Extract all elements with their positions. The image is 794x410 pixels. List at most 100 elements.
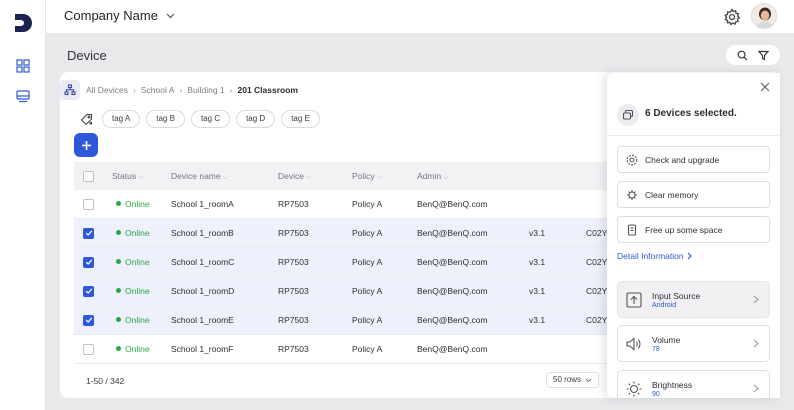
column-device-name[interactable]: Device name ⌵ [171, 171, 228, 182]
page-title: Device [67, 48, 107, 63]
clear-memory-button[interactable]: Clear memory [617, 181, 770, 208]
breadcrumb-all-devices[interactable]: All Devices [86, 85, 128, 95]
brightness-icon [626, 381, 642, 396]
table-header: Status ⌵ Device name ⌵ Device ⌵ Policy ⌵ Adm… [74, 162, 634, 190]
search-icon [737, 50, 748, 60]
tag-settings-button[interactable] [78, 111, 94, 127]
avatar[interactable] [751, 3, 777, 29]
check-icon [85, 230, 92, 236]
breadcrumb-building[interactable]: Building 1 [187, 85, 224, 95]
column-admin[interactable]: Admin ⌵ [417, 171, 448, 182]
check-upgrade-button[interactable]: Check and upgrade [617, 146, 770, 173]
storage-icon [627, 223, 637, 236]
column-policy[interactable]: Policy ⌵ [352, 171, 382, 182]
row-checkbox[interactable] [83, 314, 94, 326]
policy-cell: Policy A [352, 228, 383, 238]
row-checkbox[interactable] [83, 343, 94, 355]
code-cell: C02Y [586, 228, 608, 238]
device-cell: RP7503 [278, 315, 309, 325]
status-text: Online [125, 315, 150, 325]
table-row[interactable]: Online School 1_roomF RP7503 Policy A Be… [74, 335, 634, 364]
table-row[interactable]: Online School 1_roomB RP7503 Policy A Be… [74, 219, 634, 248]
free-space-label: Free up some space [645, 224, 723, 235]
device-table: Status ⌵ Device name ⌵ Device ⌵ Policy ⌵ Adm… [74, 162, 634, 364]
upgrade-icon [626, 154, 638, 165]
input-source-icon [626, 291, 642, 308]
status-dot [116, 346, 121, 352]
column-device-label: Device [278, 170, 304, 181]
table-row[interactable]: Online School 1_roomE RP7503 Policy A Be… [74, 306, 634, 335]
rows-per-page-select[interactable]: 50 rows [546, 372, 600, 388]
table-row[interactable]: Online School 1_roomD RP7503 Policy A Be… [74, 277, 634, 306]
breadcrumb-school[interactable]: School A [141, 85, 175, 95]
status-text: Online [125, 199, 150, 209]
filter-button[interactable] [757, 48, 771, 62]
status-dot [116, 317, 121, 323]
selected-count: 6 Devices selected. [645, 108, 737, 119]
tag-icon [80, 113, 92, 125]
add-device-button[interactable] [74, 133, 98, 157]
row-checkbox[interactable] [83, 285, 94, 297]
detail-information-link[interactable]: Detail Information [617, 251, 692, 261]
code-cell: C02Y [586, 286, 608, 296]
status-text: Online [125, 257, 150, 267]
nav-dashboard[interactable] [13, 56, 33, 76]
breadcrumb: All Devices › School A › Building 1 › 20… [86, 85, 298, 95]
chevron-right-icon: › [133, 85, 136, 95]
device-name-cell: School 1_roomB [171, 228, 234, 238]
tag-chip[interactable]: tag C [190, 110, 231, 128]
admin-cell: BenQ@BenQ.com [417, 199, 488, 209]
bulk-action-panel: 6 Devices selected. Check and upgrade Cl… [607, 73, 780, 398]
chevron-down-icon: ⌵ [376, 173, 382, 181]
company-selector[interactable]: Company Name [64, 8, 175, 23]
device-name-cell: School 1_roomC [171, 257, 235, 267]
brightness-value: 90 [652, 390, 660, 398]
check-upgrade-label: Check and upgrade [645, 154, 720, 165]
device-name-cell: School 1_roomA [171, 199, 234, 209]
chevron-right-icon: › [229, 85, 233, 95]
device-name-cell: School 1_roomD [171, 286, 235, 296]
volume-text: Volume 78 [652, 335, 680, 353]
row-checkbox[interactable] [83, 198, 94, 210]
table-row[interactable]: Online School 1_roomA RP7503 Policy A Be… [74, 190, 634, 219]
device-cell: RP7503 [278, 257, 309, 267]
memory-icon [627, 189, 637, 200]
tag-chip[interactable]: tag E [281, 110, 320, 128]
nav-devices[interactable] [13, 86, 33, 106]
volume-label: Volume [652, 334, 681, 345]
check-icon [85, 317, 92, 323]
detail-information-label: Detail Information [617, 251, 684, 261]
select-all-checkbox[interactable] [83, 170, 94, 182]
hierarchy-button[interactable] [60, 80, 80, 100]
search-button[interactable] [736, 48, 750, 62]
gear-icon[interactable] [723, 8, 741, 26]
status-text: Online [125, 228, 150, 238]
chevron-down-icon [166, 13, 175, 18]
tag-chip[interactable]: tag B [146, 110, 185, 128]
brightness-setting[interactable]: Brightness 90 [617, 370, 770, 398]
divider [607, 135, 780, 136]
column-device[interactable]: Device ⌵ [278, 171, 311, 182]
column-policy-label: Policy [352, 170, 375, 181]
column-status-label: Status [112, 170, 137, 181]
top-bar: Company Name [46, 0, 794, 34]
filter-icon [758, 50, 769, 60]
table-row[interactable]: Online School 1_roomC RP7503 Policy A Be… [74, 248, 634, 277]
free-space-button[interactable]: Free up some space [617, 216, 770, 243]
chevron-down-icon: ⌵ [443, 173, 449, 181]
input-source-setting[interactable]: Input Source Android [617, 281, 770, 318]
tag-chip[interactable]: tag A [102, 110, 141, 128]
device-cell: RP7503 [278, 286, 309, 296]
row-checkbox[interactable] [83, 256, 94, 268]
status-cell: Online [116, 257, 150, 267]
tag-chip[interactable]: tag D [236, 110, 276, 128]
close-icon[interactable] [759, 81, 771, 93]
volume-setting[interactable]: Volume 78 [617, 325, 770, 362]
tag-bar: tag A tag B tag C tag D tag E [78, 110, 320, 128]
row-checkbox[interactable] [83, 227, 94, 239]
left-rail [0, 0, 46, 410]
hierarchy-icon [64, 84, 76, 96]
code-cell: C02Y [586, 257, 608, 267]
column-status[interactable]: Status ⌵ [112, 171, 143, 182]
column-device-name-label: Device name [171, 170, 221, 181]
